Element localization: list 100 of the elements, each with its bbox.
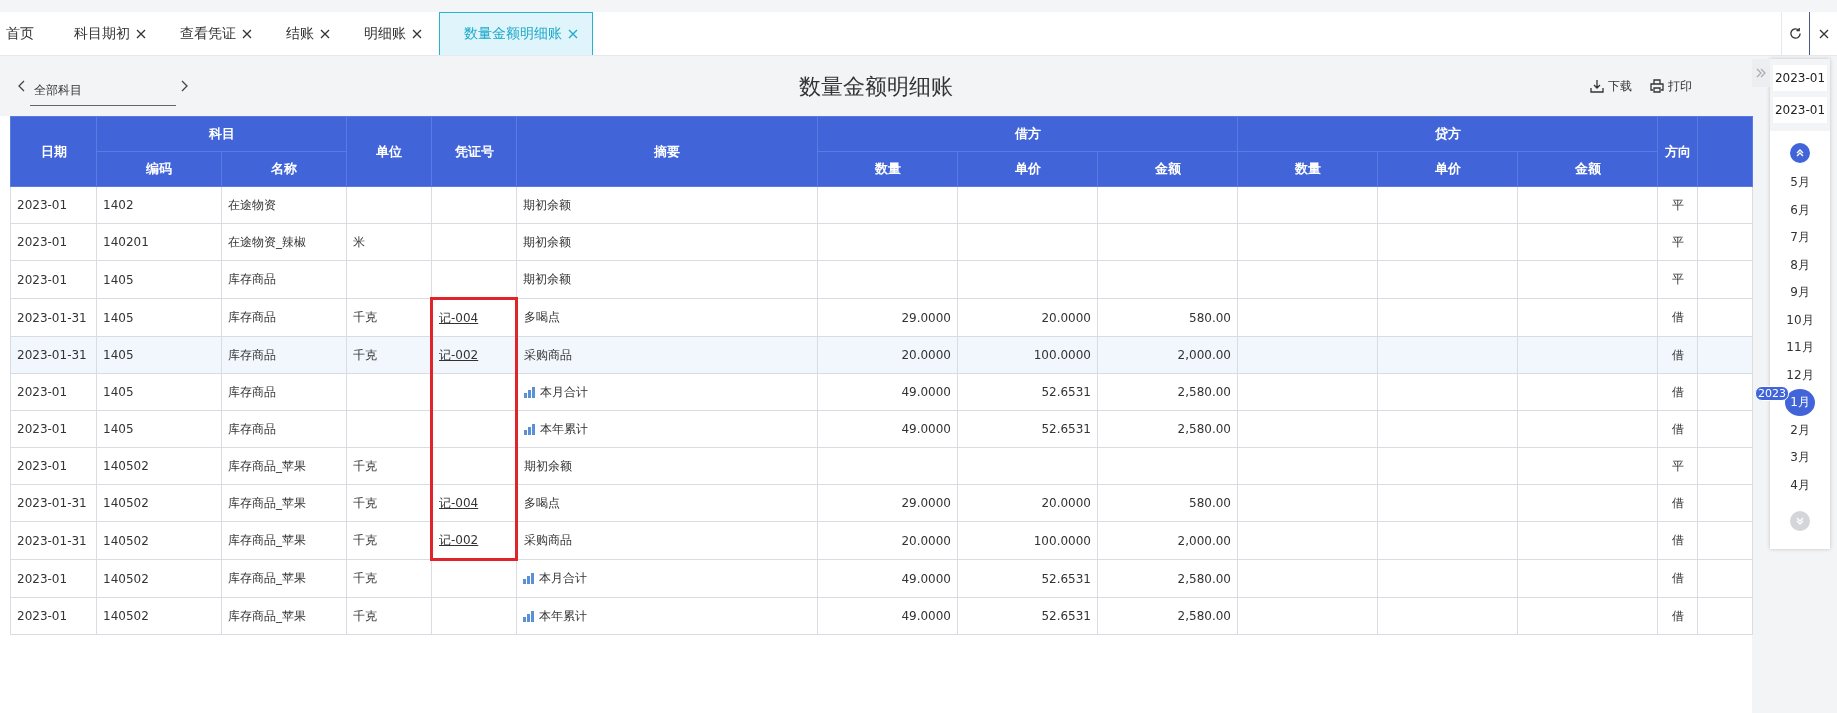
table-cell: 库存商品_苹果 (221, 447, 347, 485)
voucher-link[interactable]: 记-004 (439, 310, 479, 325)
table-cell: 2,000.00 (1097, 521, 1238, 560)
month-item[interactable]: 11月 (1785, 334, 1815, 362)
table-cell: 140502 (96, 447, 222, 485)
table-cell: 580.00 (1097, 484, 1238, 522)
table-cell: 140502 (96, 597, 222, 635)
table-cell: 52.6531 (957, 373, 1098, 411)
column-header: 单价 (957, 151, 1098, 187)
bar-chart-icon (524, 423, 535, 435)
table-cell: 52.6531 (957, 597, 1098, 635)
voucher-link[interactable]: 记-004 (439, 495, 479, 510)
printer-icon[interactable] (1650, 79, 1664, 93)
table-cell: 2023-01 (10, 447, 97, 485)
download-button[interactable]: 下载 (1590, 77, 1632, 95)
tab[interactable]: 结账 (269, 12, 347, 55)
column-header: 数量 (1237, 151, 1378, 187)
close-icon[interactable] (1818, 28, 1829, 39)
table-cell: 1405 (96, 373, 222, 411)
table-cell: 140502 (96, 559, 222, 598)
chevron-right-icon[interactable] (180, 80, 188, 92)
table-cell: 千克 (346, 559, 432, 598)
tab[interactable]: 查看凭证 (163, 12, 269, 55)
column-header: 金额 (1097, 151, 1238, 187)
month-item[interactable]: 12月 (1785, 361, 1815, 389)
table-cell: 2023-01 (10, 260, 97, 299)
column-header: 单位 (346, 116, 432, 187)
table-cell: 库存商品 (221, 260, 347, 299)
table-cell: 借 (1657, 373, 1698, 411)
table-cell: 52.6531 (957, 410, 1098, 448)
download-icon[interactable] (1590, 79, 1604, 93)
table-cell: 库存商品 (221, 336, 347, 374)
table-cell: 在途物资_辣椒 (221, 223, 347, 261)
voucher-link[interactable]: 记-002 (439, 532, 479, 547)
table-cell: 20.0000 (957, 298, 1098, 337)
voucher-link[interactable]: 记-002 (439, 347, 479, 362)
close-icon[interactable] (242, 29, 252, 39)
table-cell: 库存商品_苹果 (221, 559, 347, 598)
table-cell: 库存商品_苹果 (221, 521, 347, 560)
tab[interactable]: 明细账 (347, 12, 439, 55)
table-cell: 140201 (96, 223, 222, 261)
scroll-up-button[interactable] (1790, 143, 1810, 163)
bar-chart-icon (523, 573, 534, 584)
column-header: 贷方 (1237, 116, 1658, 152)
table-cell: 2023-01-31 (10, 298, 97, 337)
table-cell: 49.0000 (817, 559, 958, 598)
month-item[interactable]: 1月 (1785, 389, 1815, 417)
refresh-icon[interactable] (1789, 27, 1802, 40)
month-item[interactable]: 5月 (1785, 169, 1815, 197)
table-cell: 20.0000 (817, 336, 958, 374)
month-item[interactable]: 6月 (1785, 196, 1815, 224)
table-cell: 29.0000 (817, 484, 958, 522)
chevrons-up-icon[interactable] (1795, 148, 1805, 158)
print-button[interactable]: 打印 (1650, 77, 1692, 95)
column-header: 单价 (1377, 151, 1518, 187)
table-cell: 1405 (96, 410, 222, 448)
table-cell: 20.0000 (957, 484, 1098, 522)
table-cell: 2023-01 (10, 186, 97, 224)
table-cell: 在途物资 (221, 186, 347, 224)
tab[interactable]: 首页 (0, 12, 57, 55)
table-cell: 平 (1657, 260, 1698, 299)
table-cell: 2,580.00 (1097, 373, 1238, 411)
table-cell: 借 (1657, 559, 1698, 598)
month-item[interactable]: 8月 (1785, 251, 1815, 279)
table-cell: 本年累计 (540, 420, 588, 438)
tab[interactable]: 科目期初 (57, 12, 163, 55)
table-cell: 本年累计 (539, 607, 587, 625)
table-cell: 库存商品_苹果 (221, 597, 347, 635)
table-cell: 平 (1657, 186, 1698, 224)
table-cell: 借 (1657, 484, 1698, 522)
table-cell: 2023-01-31 (10, 484, 97, 522)
subject-select[interactable]: 全部科目 (30, 78, 176, 106)
close-icon[interactable] (412, 29, 422, 39)
table-cell: 库存商品 (221, 410, 347, 448)
bar-chart-icon (524, 386, 535, 398)
table-cell: 借 (1657, 521, 1698, 560)
table-cell: 20.0000 (817, 521, 958, 560)
month-item[interactable]: 3月 (1785, 444, 1815, 472)
table-cell: 49.0000 (817, 373, 958, 411)
table-cell: 多喝点 (516, 298, 818, 337)
month-item[interactable]: 7月 (1785, 224, 1815, 252)
month-item[interactable]: 2月 (1785, 416, 1815, 444)
table-cell: 49.0000 (817, 597, 958, 635)
table-cell: 1405 (96, 336, 222, 374)
chevron-left-icon[interactable] (18, 80, 26, 92)
month-item[interactable]: 4月 (1785, 471, 1815, 499)
table-cell: 2,000.00 (1097, 336, 1238, 374)
month-item[interactable]: 9月 (1785, 279, 1815, 307)
table-cell: 平 (1657, 447, 1698, 485)
table-cell: 期初余额 (516, 186, 818, 224)
table-cell: 米 (346, 223, 432, 261)
page-title: 数量金额明细账 (799, 74, 953, 99)
end-period-field[interactable]: 2023-01 (1773, 97, 1827, 123)
table-cell: 本月合计 (539, 570, 587, 587)
month-item[interactable]: 10月 (1785, 306, 1815, 334)
start-period-field[interactable]: 2023-01 (1773, 65, 1827, 91)
column-header: 借方 (817, 116, 1238, 152)
close-icon[interactable] (320, 29, 330, 39)
close-icon[interactable] (136, 29, 146, 39)
table-cell: 采购商品 (516, 521, 818, 560)
